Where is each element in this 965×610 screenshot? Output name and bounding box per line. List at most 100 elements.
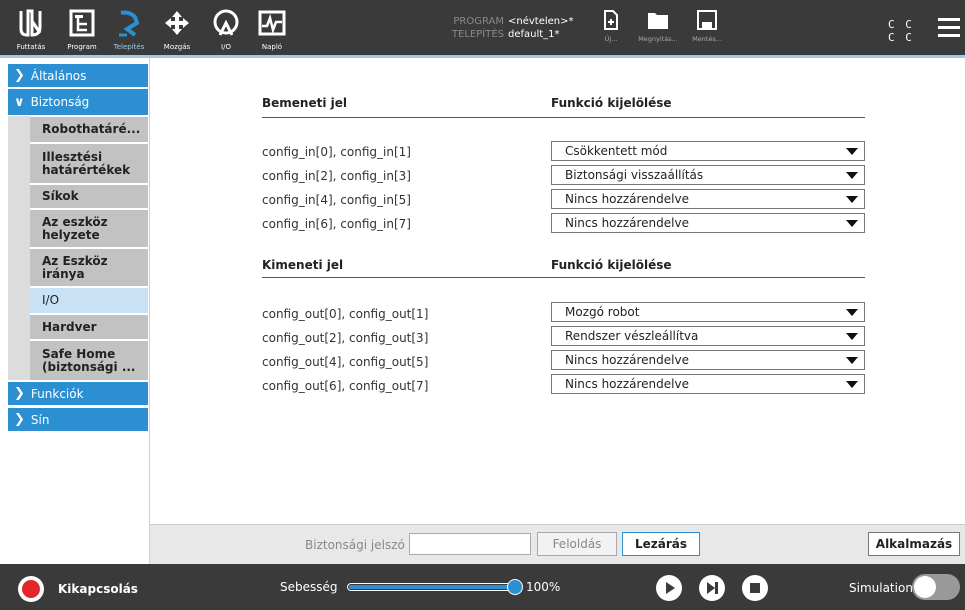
sidebar-item-tool-position[interactable]: Az eszköz helyzete: [30, 210, 148, 248]
nav-move-button[interactable]: Mozgás: [160, 0, 194, 58]
sidebar-item-io[interactable]: I/O: [30, 288, 148, 314]
dropdown-arrow-icon: [846, 148, 858, 155]
dropdown-arrow-icon: [846, 309, 858, 316]
sidebar-item-joint-limits[interactable]: Illesztési határértékek: [30, 144, 148, 184]
nav-run-button[interactable]: Futtatás: [4, 0, 58, 58]
input-signal-label: config_in[2], config_in[3]: [262, 169, 411, 183]
sidebar-item-general[interactable]: ❯ Általános: [8, 64, 148, 88]
new-label: Új...: [604, 35, 618, 43]
lock-button[interactable]: Lezárás: [622, 532, 700, 556]
power-button[interactable]: [18, 576, 44, 602]
dropdown-arrow-icon: [846, 172, 858, 179]
power-label: Kikapcsolás: [58, 582, 138, 596]
output-function-select[interactable]: Rendszer vészleállítva: [551, 326, 865, 346]
dropdown-arrow-icon: [846, 333, 858, 340]
nav-label: Telepítés: [113, 43, 145, 51]
output-function-select[interactable]: Nincs hozzárendelve: [551, 374, 865, 394]
sidebar-item-label: Robothatáré...: [42, 122, 141, 136]
step-icon: [707, 582, 718, 594]
nav-installation-button[interactable]: Telepítés: [108, 0, 150, 58]
program-tree-icon: [69, 8, 95, 38]
input-signal-label: config_in[6], config_in[7]: [262, 217, 411, 231]
sidebar-item-rail[interactable]: ❯ Sín: [8, 408, 148, 432]
stop-button[interactable]: [742, 575, 768, 601]
select-value: Nincs hozzárendelve: [565, 353, 689, 367]
sidebar-item-label: Funkciók: [30, 386, 84, 401]
new-button[interactable]: Új...: [600, 10, 622, 43]
power-icon: [22, 580, 40, 598]
sidebar-item-tool-direction[interactable]: Az Eszköz iránya: [30, 249, 148, 287]
installation-icon: [115, 8, 143, 38]
nav-label: Futtatás: [16, 43, 46, 51]
output-function-select[interactable]: Nincs hozzárendelve: [551, 350, 865, 370]
sidebar-item-planes[interactable]: Síkok: [30, 185, 148, 209]
ur-logo-icon: [18, 8, 44, 38]
select-value: Nincs hozzárendelve: [565, 377, 689, 391]
dropdown-arrow-icon: [846, 196, 858, 203]
sidebar-item-robot-limits[interactable]: Robothatáré...: [30, 117, 148, 143]
input-function-select[interactable]: Nincs hozzárendelve: [551, 189, 865, 209]
io-icon: [212, 8, 240, 38]
step-button[interactable]: [699, 575, 725, 601]
safety-password-input[interactable]: [409, 533, 531, 555]
hamburger-menu-icon[interactable]: [938, 18, 960, 37]
open-label: Megnyitás...: [638, 35, 678, 43]
sidebar-item-label: Az Eszköz iránya: [42, 253, 108, 281]
save-button[interactable]: Mentés...: [688, 10, 726, 43]
log-icon: [258, 8, 286, 38]
output-signal-label: config_out[2], config_out[3]: [262, 331, 429, 345]
program-info: PROGRAM <névtelen>* TELEPÍTÉS default_1*: [433, 15, 574, 41]
speed-slider[interactable]: [347, 583, 517, 591]
chevron-right-icon: ❯: [14, 386, 25, 401]
input-signal-header: Bemeneti jel: [262, 96, 348, 110]
output-signal-header: Kimeneti jel: [262, 258, 344, 272]
stop-icon: [750, 583, 760, 593]
open-button[interactable]: Megnyitás...: [632, 10, 684, 43]
dropdown-arrow-icon: [846, 357, 858, 364]
speed-value: 100%: [526, 580, 561, 594]
sidebar-item-hardware[interactable]: Hardver: [30, 315, 148, 340]
select-value: Nincs hozzárendelve: [565, 192, 689, 206]
move-arrows-icon: [164, 8, 190, 38]
sidebar-item-label: I/O: [42, 293, 60, 307]
apply-button[interactable]: Alkalmazás: [868, 532, 960, 556]
input-signal-label: config_in[0], config_in[1]: [262, 145, 411, 159]
play-button[interactable]: [656, 575, 682, 601]
controller-status: C C C C: [888, 18, 914, 44]
new-file-icon: [604, 10, 618, 30]
nav-label: Program: [67, 43, 97, 51]
nav-label: Mozgás: [163, 43, 191, 51]
output-header-divider: [262, 277, 865, 278]
play-icon: [666, 582, 675, 594]
nav-program-button[interactable]: Program: [58, 0, 106, 58]
sidebar-indent: [8, 116, 30, 380]
sidebar-item-label: Síkok: [42, 189, 79, 203]
speed-slider-fill: [349, 585, 515, 589]
input-function-select[interactable]: Csökkentett mód: [551, 141, 865, 161]
simulation-toggle[interactable]: [912, 574, 960, 600]
installation-name: default_1*: [508, 29, 560, 40]
sidebar-item-safety[interactable]: ∨ Biztonság: [8, 89, 148, 116]
nav-log-button[interactable]: Napló: [256, 0, 288, 58]
speed-slider-handle[interactable]: [507, 579, 523, 595]
output-function-select[interactable]: Mozgó robot: [551, 302, 865, 322]
unlock-button[interactable]: Feloldás: [537, 532, 617, 556]
output-function-header: Funkció kijelölése: [551, 258, 672, 272]
sidebar-item-label: Hardver: [42, 319, 97, 334]
output-signal-label: config_out[4], config_out[5]: [262, 355, 429, 369]
input-function-select[interactable]: Biztonsági visszaállítás: [551, 165, 865, 185]
nav-label: I/O: [221, 43, 231, 51]
speed-label: Sebesség: [280, 580, 338, 594]
sidebar-item-features[interactable]: ❯ Funkciók: [8, 382, 148, 406]
top-bar: Futtatás Program Telepítés Mozgás I/O Na…: [0, 0, 965, 58]
input-signal-label: config_in[4], config_in[5]: [262, 193, 411, 207]
sidebar-item-label: Biztonság: [30, 95, 90, 109]
chevron-down-icon: ∨: [14, 94, 25, 110]
nav-io-button[interactable]: I/O: [208, 0, 244, 58]
input-header-divider: [262, 117, 865, 118]
sidebar-item-safe-home[interactable]: Safe Home (biztonsági ...: [30, 341, 148, 381]
main-panel: [150, 58, 965, 524]
chevron-right-icon: ❯: [14, 68, 25, 83]
safety-password-label: Biztonsági jelszó: [305, 538, 405, 552]
input-function-select[interactable]: Nincs hozzárendelve: [551, 213, 865, 233]
